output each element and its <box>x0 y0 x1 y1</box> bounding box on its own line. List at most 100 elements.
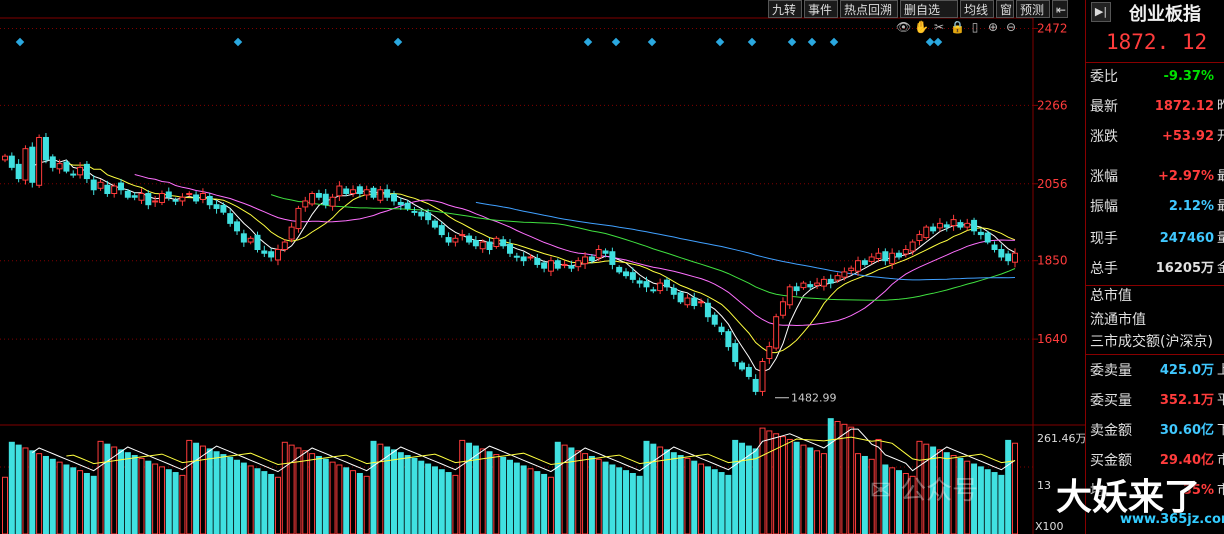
volume-bar <box>193 442 200 534</box>
volume-bar <box>636 475 643 534</box>
window-button[interactable]: 窗 <box>996 0 1014 18</box>
volume-bar <box>493 454 500 534</box>
candle-body <box>541 262 548 269</box>
candle-body <box>165 191 172 198</box>
eye-icon[interactable]: 👁 <box>896 20 911 36</box>
candle-body <box>227 213 234 224</box>
signal-diamond <box>747 37 757 47</box>
candle-body <box>500 239 507 247</box>
volume-bar <box>322 458 329 534</box>
candle-body <box>363 189 370 196</box>
volume-bar <box>70 467 77 534</box>
candle-body <box>609 251 616 265</box>
volume-tick-label: 13 <box>1037 479 1051 492</box>
volume-bar <box>786 438 793 534</box>
candle-body <box>486 241 493 251</box>
candle-body <box>786 286 793 306</box>
volume-bar <box>663 449 670 534</box>
candle-body <box>42 136 49 161</box>
candle-body <box>431 220 438 228</box>
volume-bar <box>42 455 49 534</box>
candle-body <box>350 189 357 194</box>
volume-bar <box>165 469 172 534</box>
volume-bar <box>118 449 125 534</box>
low-value-label: 1482.99 <box>791 392 837 405</box>
volume-bar <box>452 474 459 534</box>
candle-body <box>459 234 466 237</box>
row-value: 352.1万 <box>1159 393 1214 408</box>
volume-bar <box>575 450 582 534</box>
volume-bar <box>63 464 70 534</box>
volume-bar <box>83 472 90 534</box>
events-button[interactable]: 事件 <box>804 0 838 18</box>
candle-body <box>841 271 848 278</box>
candle-body <box>677 292 684 303</box>
zoom-out-icon[interactable]: ⊖ <box>1004 20 1018 36</box>
candle-body <box>855 260 862 272</box>
row-label: 卖金额 <box>1090 423 1132 439</box>
volume-bar <box>8 441 15 534</box>
hand-icon[interactable]: ✋ <box>914 20 929 36</box>
candle-body <box>104 184 111 194</box>
volume-bar <box>814 450 821 534</box>
volume-bar <box>90 475 97 534</box>
candle-body <box>759 361 766 392</box>
volume-bar <box>466 442 473 534</box>
candle-body <box>261 250 268 254</box>
candle-body <box>336 185 343 197</box>
moving-average-button[interactable]: 均线 <box>960 0 994 18</box>
file-icon[interactable]: ▯ <box>968 20 982 36</box>
nine-turn-button[interactable]: 九转 <box>768 0 802 18</box>
order-row: 委卖量 425.0万上 <box>1090 356 1224 386</box>
volume-bar <box>77 470 84 534</box>
candle-body <box>493 237 500 248</box>
candle-body <box>213 204 220 209</box>
scissors-icon[interactable]: ✂ <box>932 20 946 36</box>
candle-body <box>193 194 200 202</box>
candle-body <box>404 202 411 209</box>
volume-bar <box>281 441 288 534</box>
kline-chart[interactable]: 2472 2266 2056 1850 1640 261.46万 13 X100 1482.9… <box>0 0 1224 534</box>
forecast-button[interactable]: 预测 <box>1016 0 1050 18</box>
row-value: 425.0万 <box>1159 363 1214 378</box>
signal-diamond <box>393 37 403 47</box>
candle-body <box>8 155 15 168</box>
panel-toggle-icon[interactable]: ▶| <box>1091 2 1111 22</box>
candle-body <box>22 148 29 181</box>
candle-body <box>547 260 554 272</box>
hotspot-review-button[interactable]: 热点回溯 <box>840 0 898 18</box>
index-name: 创业板指 <box>1129 4 1201 25</box>
candle-body <box>636 280 643 284</box>
volume-bar <box>602 461 609 534</box>
volume-bar <box>500 456 507 534</box>
volume-bar <box>418 460 425 534</box>
price-tick-label: 1640 <box>1037 332 1068 346</box>
row-label: 委卖量 <box>1090 363 1132 379</box>
row-tail: 最 <box>1216 169 1224 184</box>
price-tick-label: 2472 <box>1037 21 1068 35</box>
volume-bar <box>479 448 486 534</box>
close-toolbar-icon[interactable]: ⇤ <box>1052 0 1068 18</box>
volume-bar <box>725 474 732 534</box>
signal-diamond <box>715 37 725 47</box>
candle-body <box>950 219 957 227</box>
quote-row: 现手 247460 量 <box>1090 224 1224 254</box>
signal-diamond <box>787 37 797 47</box>
candle-body <box>718 326 725 333</box>
candle-body <box>390 193 397 202</box>
candle-body <box>377 189 384 201</box>
candle-body <box>827 278 834 284</box>
candle-body <box>657 282 664 292</box>
volume-bar <box>623 470 630 534</box>
lock-icon[interactable]: 🔒 <box>950 20 965 36</box>
remove-watchlist-button[interactable]: 删自选 <box>900 0 958 18</box>
volume-bar <box>1012 442 1018 534</box>
volume-bar <box>309 453 316 534</box>
zoom-in-icon[interactable]: ⊕ <box>986 20 1000 36</box>
candle-body <box>875 252 882 259</box>
candle-body <box>172 199 179 202</box>
candle-body <box>793 286 800 292</box>
volume-bar <box>766 430 773 534</box>
candle-body <box>739 362 746 370</box>
volume-bar <box>329 461 336 534</box>
